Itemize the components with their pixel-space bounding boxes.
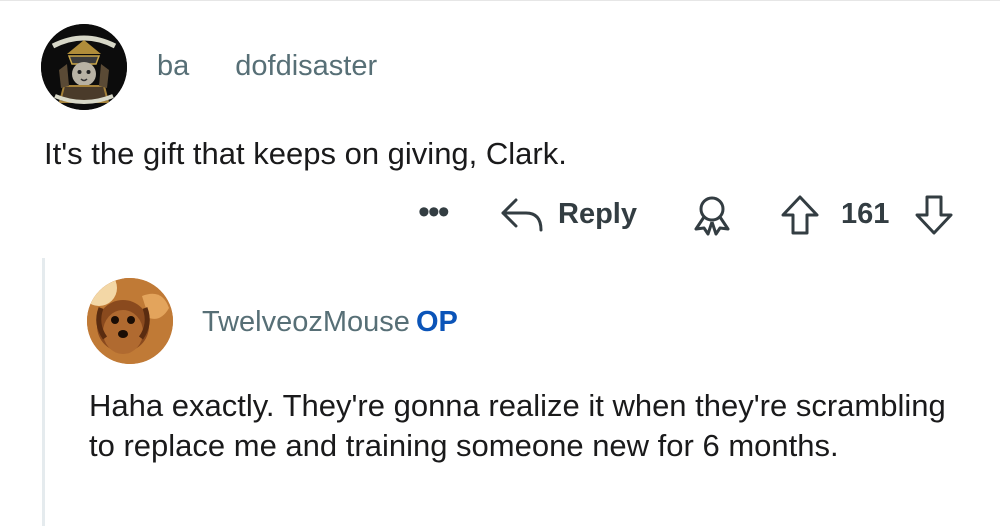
upvote-button[interactable]: [780, 194, 820, 241]
op-badge: OP: [415, 306, 458, 338]
reply-author[interactable]: TwelveozMouse OP: [202, 305, 458, 339]
dog-avatar-icon: [87, 278, 173, 364]
more-options-button[interactable]: •••: [418, 192, 450, 232]
username-prefix: ba: [157, 50, 190, 82]
reply-user-avatar[interactable]: [87, 278, 173, 364]
top-divider: [0, 0, 1000, 1]
reply-body: Haha exactly. They're gonna realize it w…: [89, 388, 946, 463]
comment-author[interactable]: ba dofdisaster: [157, 49, 377, 83]
username-suffix: dofdisaster: [235, 50, 378, 82]
vote-score: 161: [841, 198, 890, 230]
award-button[interactable]: [691, 194, 733, 241]
downvote-button[interactable]: [914, 194, 954, 241]
samurai-cat-avatar-icon: [41, 24, 127, 110]
thread-line[interactable]: [42, 258, 45, 526]
upvote-arrow-icon: [781, 195, 819, 235]
award-icon: [694, 196, 730, 236]
comment-body: It's the gift that keeps on giving, Clar…: [44, 136, 567, 171]
reply-username: TwelveozMouse: [202, 306, 410, 338]
downvote-arrow-icon: [915, 195, 953, 235]
reply-button[interactable]: Reply: [500, 190, 637, 238]
user-avatar[interactable]: [41, 24, 127, 110]
reply-arrow-icon: [501, 198, 543, 232]
reply-label: Reply: [558, 197, 637, 230]
comment-action-bar: ••• Reply 161: [0, 190, 1000, 240]
